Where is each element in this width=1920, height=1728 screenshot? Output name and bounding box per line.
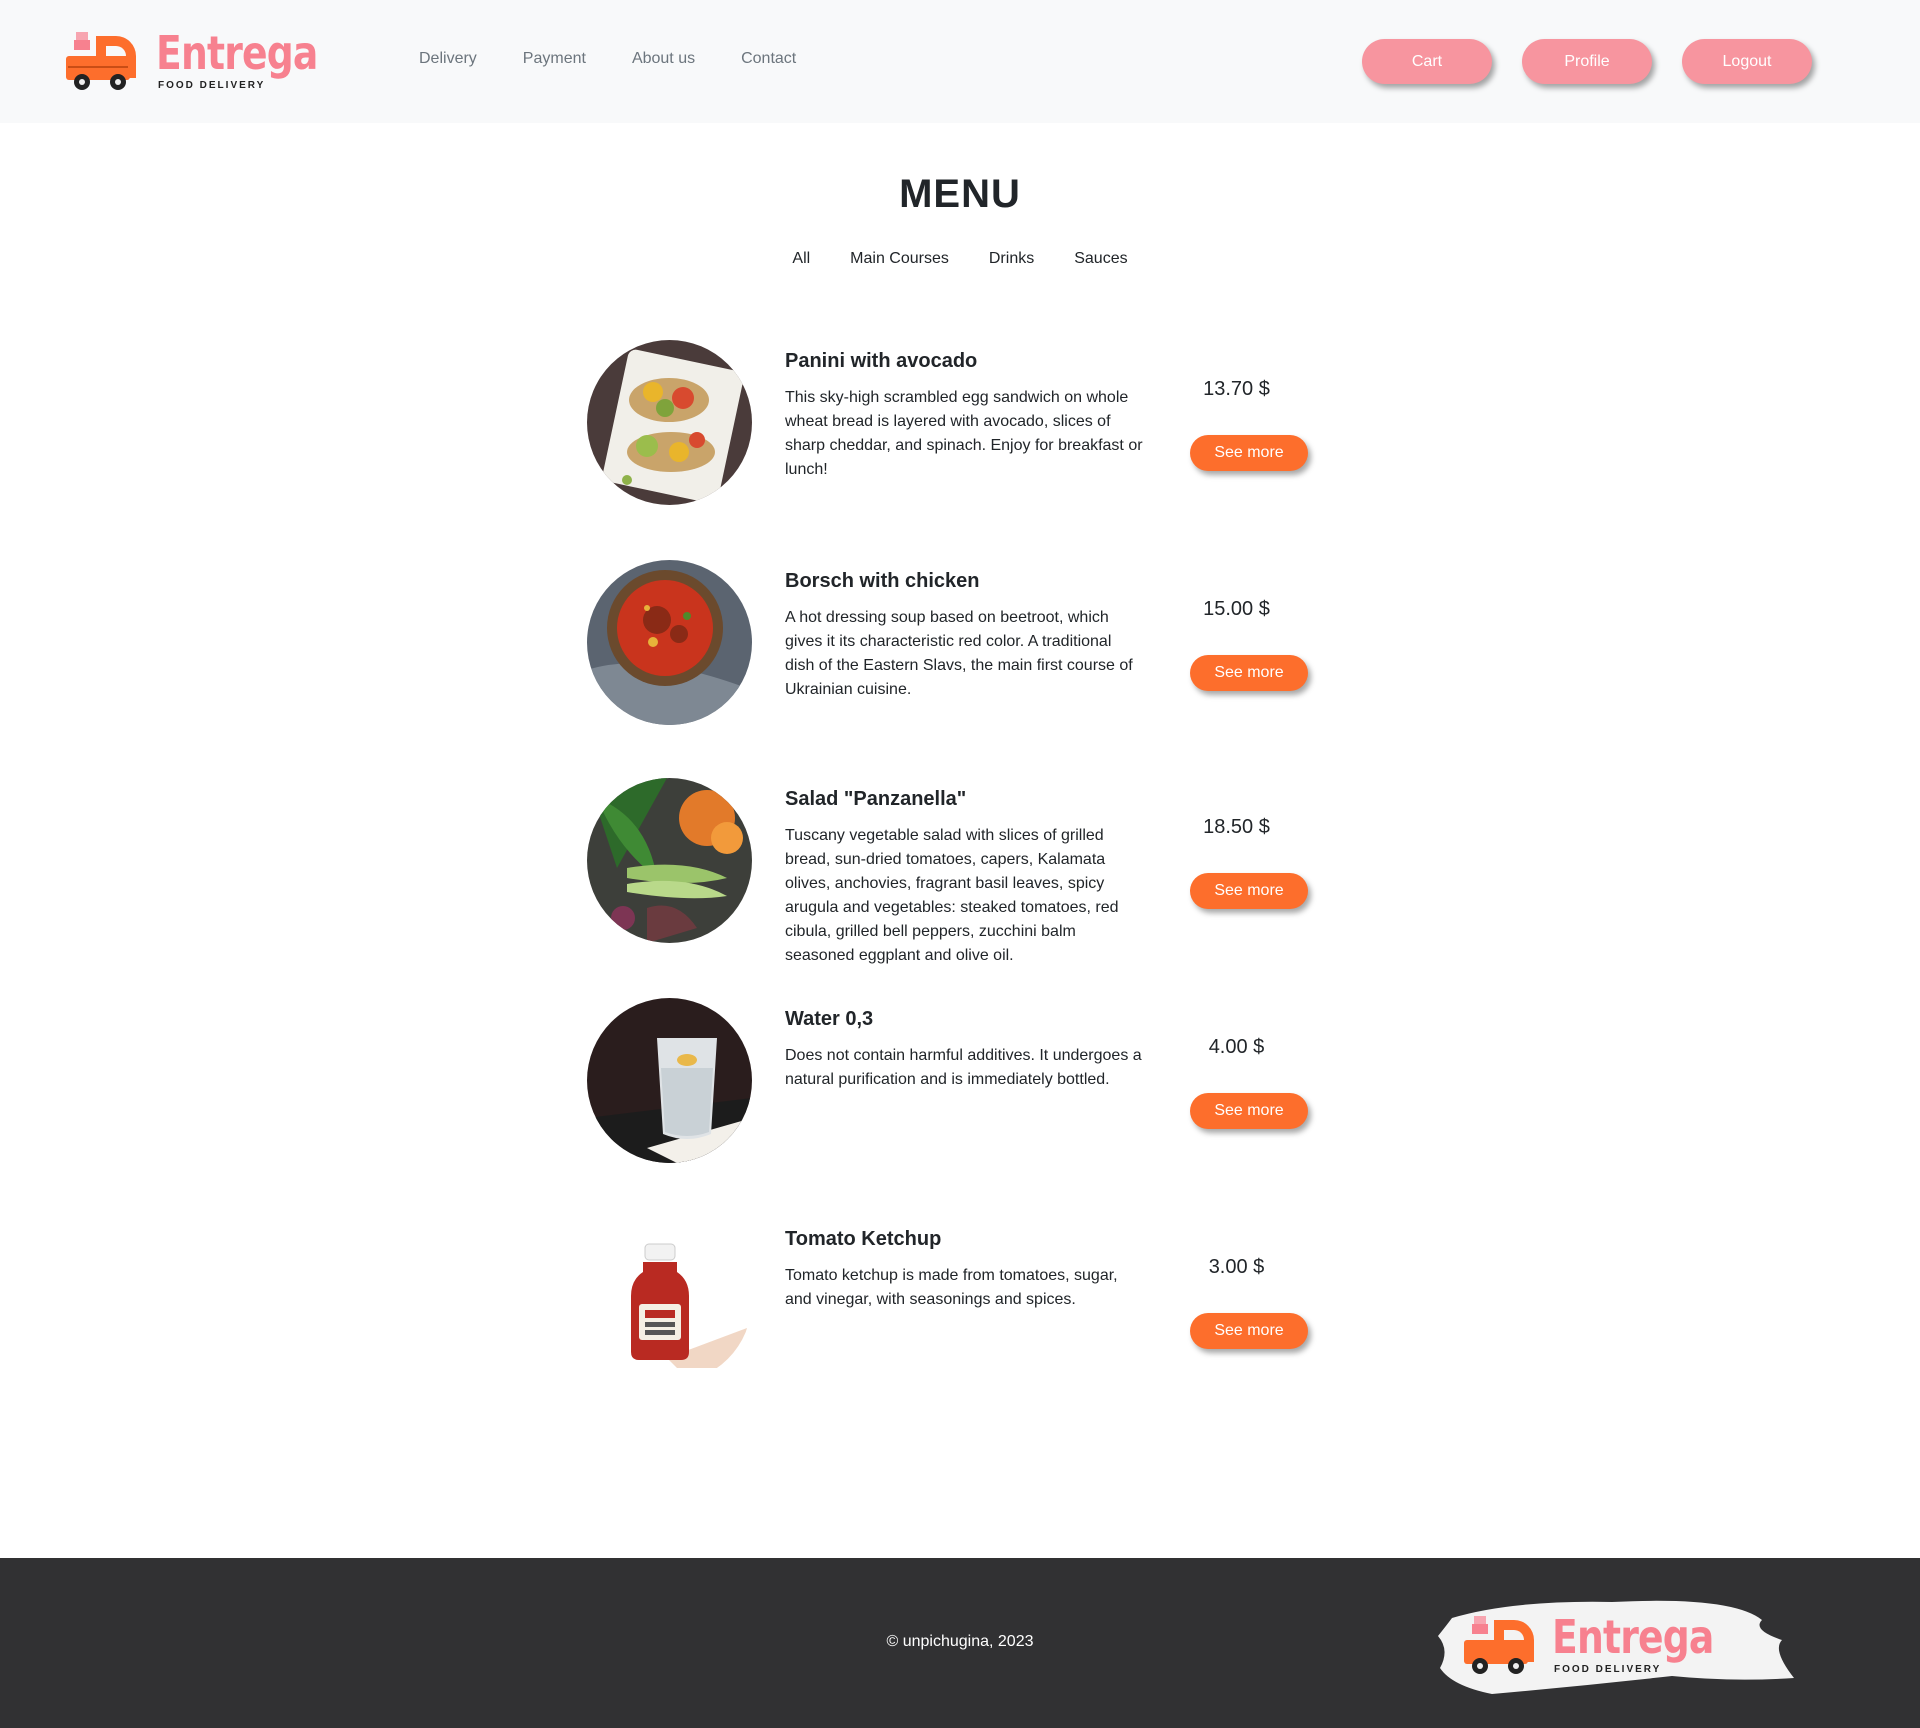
footer-logo-wordmark: Entrega	[1552, 1610, 1714, 1664]
filter-sauces[interactable]: Sauces	[1074, 250, 1127, 268]
see-more-button[interactable]: See more	[1190, 1093, 1308, 1129]
item-name: Panini with avocado	[785, 350, 978, 372]
item-description: This sky-high scrambled egg sandwich on …	[785, 389, 1143, 478]
borsch-photo	[587, 560, 752, 725]
salad-photo	[587, 778, 752, 943]
brand-logo[interactable]: Entrega FOOD DELIVERY	[66, 26, 318, 96]
item-name: Salad "Panzanella"	[785, 788, 967, 810]
item-price: 15.00 $	[1203, 598, 1270, 620]
logo-tagline: FOOD DELIVERY	[158, 80, 266, 91]
nav-link-delivery[interactable]: Delivery	[419, 50, 477, 68]
delivery-truck-icon	[1464, 1616, 1534, 1674]
site-footer: © unpichugina, 2023 Entrega FOOD DELIVER…	[0, 1558, 1920, 1728]
item-description: Tuscany vegetable salad with slices of g…	[785, 827, 1119, 964]
item-price: 13.70 $	[1203, 378, 1270, 400]
item-description: Does not contain harmful additives. It u…	[785, 1047, 1142, 1088]
profile-button[interactable]: Profile	[1522, 39, 1652, 84]
filter-drinks[interactable]: Drinks	[989, 250, 1034, 268]
see-more-button[interactable]: See more	[1190, 1313, 1308, 1349]
item-description: A hot dressing soup based on beetroot, w…	[785, 609, 1133, 698]
category-filters: All Main Courses Drinks Sauces	[0, 250, 1920, 268]
panini-photo	[587, 340, 752, 505]
site-header: Entrega FOOD DELIVERY Delivery Payment A…	[0, 0, 1920, 123]
menu-item: Panini with avocado This sky-high scramb…	[587, 340, 1337, 510]
item-description: Tomato ketchup is made from tomatoes, su…	[785, 1267, 1118, 1308]
ketchup-bottle-photo	[587, 1218, 752, 1383]
menu-item: Tomato Ketchup Tomato ketchup is made fr…	[587, 1218, 1337, 1388]
item-price: 4.00 $	[1208, 1036, 1265, 1058]
see-more-button[interactable]: See more	[1190, 435, 1308, 471]
cart-button[interactable]: Cart	[1362, 39, 1492, 84]
nav-link-contact[interactable]: Contact	[741, 50, 796, 68]
page-title: MENU	[899, 172, 1021, 216]
delivery-truck-icon	[66, 32, 136, 90]
item-name: Tomato Ketchup	[785, 1228, 942, 1250]
see-more-button[interactable]: See more	[1190, 655, 1308, 691]
item-price: 3.00 $	[1208, 1256, 1265, 1278]
see-more-button[interactable]: See more	[1190, 873, 1308, 909]
menu-item: Salad "Panzanella" Tuscany vegetable sal…	[587, 778, 1337, 964]
item-name: Borsch with chicken	[785, 570, 980, 592]
filter-all[interactable]: All	[792, 250, 810, 268]
filter-main-courses[interactable]: Main Courses	[850, 250, 949, 268]
menu-item: Water 0,3 Does not contain harmful addit…	[587, 998, 1337, 1168]
logout-button[interactable]: Logout	[1682, 39, 1812, 84]
water-glass-photo	[587, 998, 752, 1163]
menu-item: Borsch with chicken A hot dressing soup …	[587, 560, 1337, 730]
item-price: 18.50 $	[1203, 816, 1270, 838]
footer-logo: Entrega FOOD DELIVERY	[1432, 1590, 1802, 1700]
item-name: Water 0,3	[785, 1008, 874, 1030]
nav-link-about-us[interactable]: About us	[632, 50, 695, 68]
logo-wordmark: Entrega	[156, 26, 318, 80]
main-nav: Delivery Payment About us Contact	[419, 50, 842, 68]
footer-logo-tagline: FOOD DELIVERY	[1554, 1664, 1662, 1675]
nav-link-payment[interactable]: Payment	[523, 50, 586, 68]
